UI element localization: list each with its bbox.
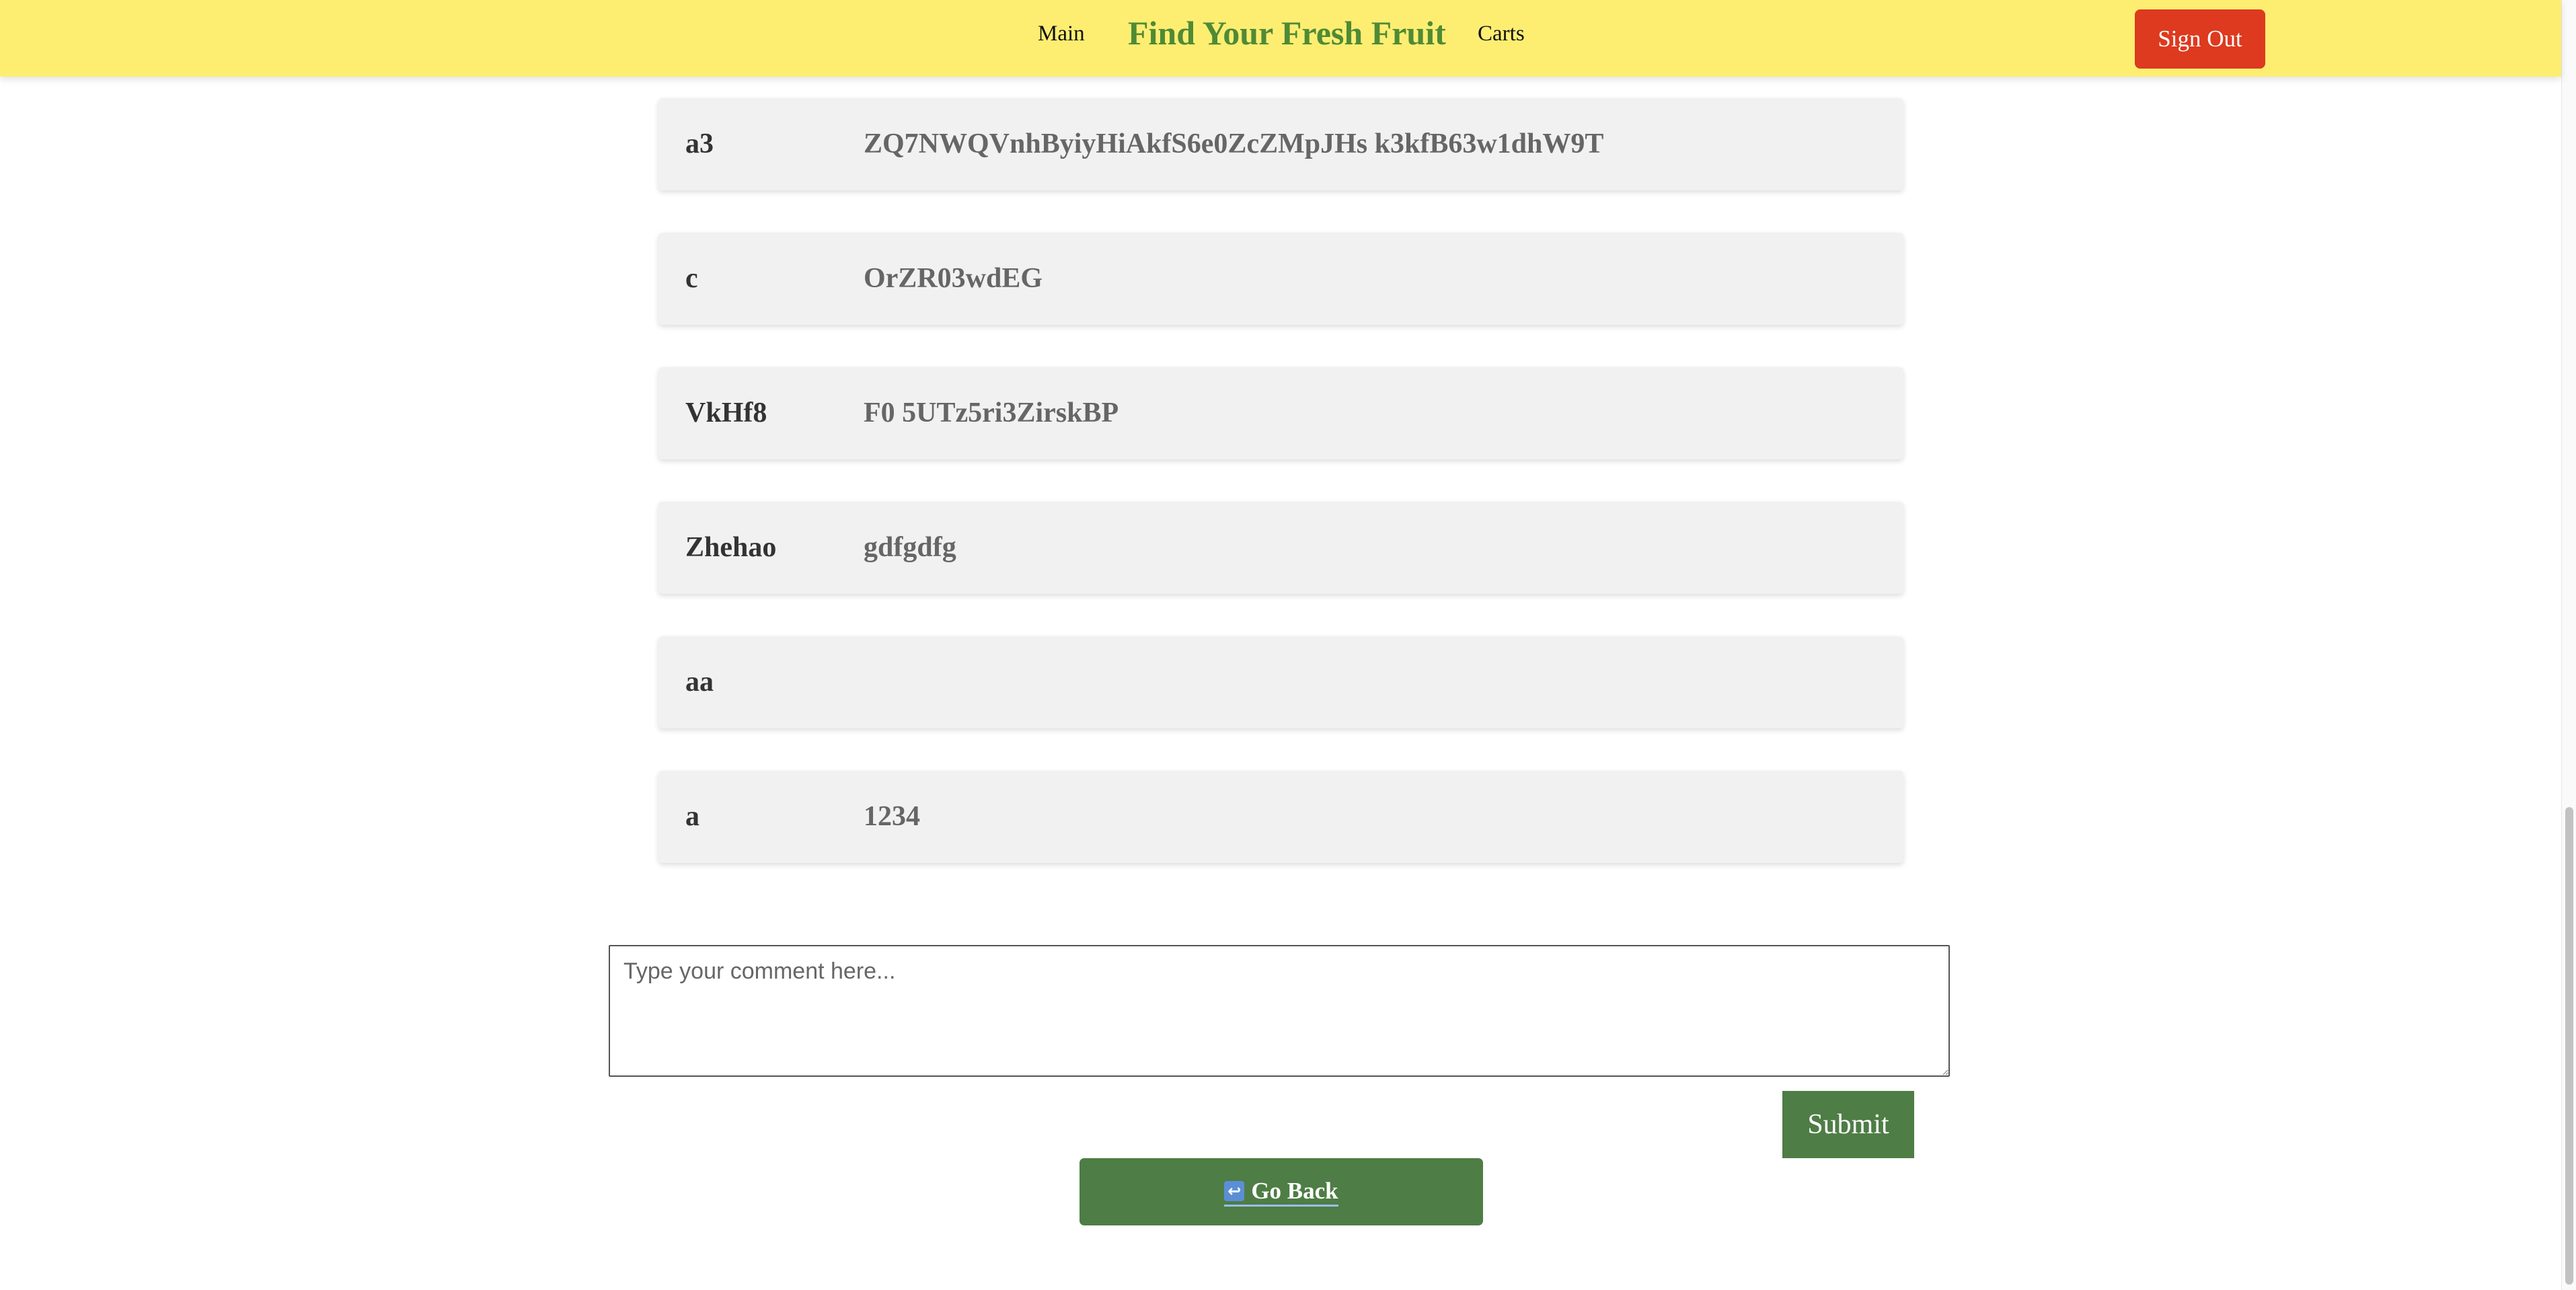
comment-author: c [685, 263, 698, 294]
comment-author: a [685, 801, 699, 832]
go-back-button[interactable]: ↩ Go Back [1079, 1158, 1483, 1225]
comment-card: aa [658, 636, 1903, 728]
return-arrow-icon: ↩ [1224, 1180, 1245, 1201]
page: Main Find Your Fresh Fruit Carts Sign Ou… [0, 0, 2576, 1290]
nav-link-carts[interactable]: Carts [1478, 22, 1525, 46]
go-back-content: ↩ Go Back [1224, 1178, 1338, 1207]
sign-out-button[interactable]: Sign Out [2135, 9, 2265, 69]
scrollbar-thumb[interactable] [2565, 807, 2573, 1285]
comment-author: a3 [685, 128, 714, 159]
comment-author: aa [685, 667, 714, 697]
comment-list: a3 ZQ7NWQVnhByiyHiAkfS6e0ZcZMpJHs k3kfB6… [658, 98, 1903, 905]
comment-card: Zhehao gdfgdfg [658, 502, 1903, 594]
comment-input[interactable] [609, 945, 1950, 1077]
comment-author: VkHf8 [685, 397, 767, 428]
comment-card: a 1234 [658, 771, 1903, 863]
comment-text: F0 5UTz5ri3ZirskBP [864, 397, 1119, 428]
go-back-label: Go Back [1251, 1177, 1338, 1204]
submit-button[interactable]: Submit [1782, 1091, 1914, 1158]
top-navbar: Main Find Your Fresh Fruit Carts Sign Ou… [0, 0, 2561, 77]
nav-link-main[interactable]: Main [1038, 22, 1085, 46]
comment-text: ZQ7NWQVnhByiyHiAkfS6e0ZcZMpJHs k3kfB63w1… [864, 128, 1604, 159]
brand-title: Find Your Fresh Fruit [1128, 14, 1446, 52]
comment-text: 1234 [864, 801, 920, 832]
comment-text: OrZR03wdEG [864, 263, 1043, 294]
comment-author: Zhehao [685, 532, 777, 563]
comment-card: VkHf8 F0 5UTz5ri3ZirskBP [658, 367, 1903, 459]
comment-text: gdfgdfg [864, 532, 956, 563]
comment-card: a3 ZQ7NWQVnhByiyHiAkfS6e0ZcZMpJHs k3kfB6… [658, 98, 1903, 190]
comment-card: c OrZR03wdEG [658, 233, 1903, 325]
